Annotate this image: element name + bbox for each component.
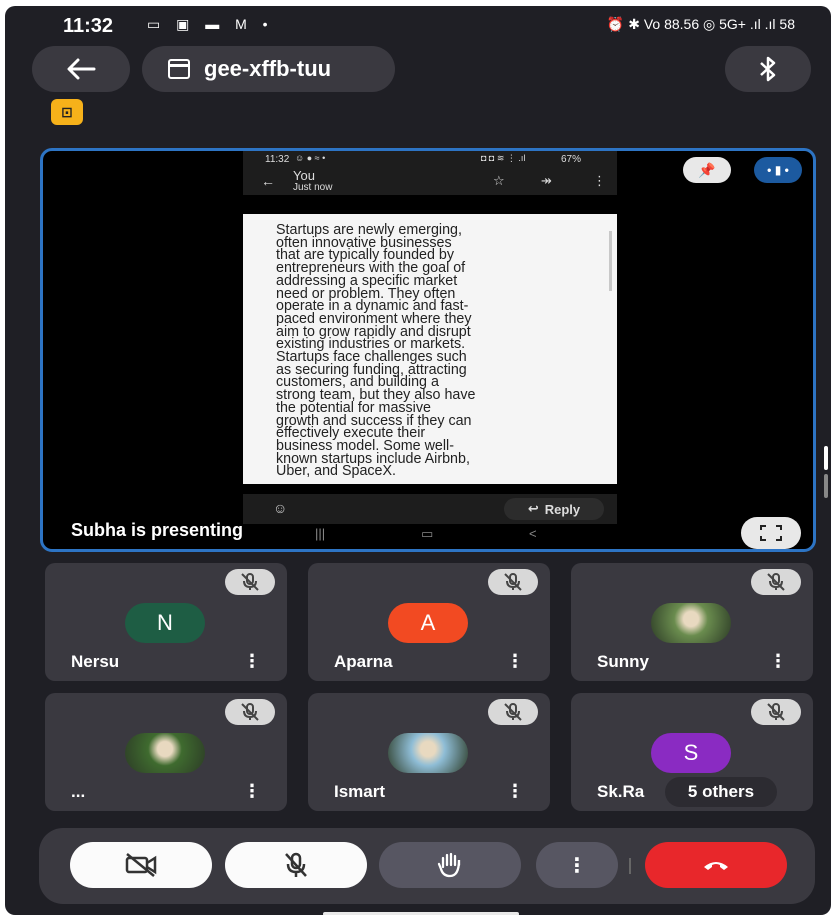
home-indicator[interactable] [323, 912, 519, 915]
chat-bottom-bar: ☺ ↩ Reply [243, 494, 617, 524]
participant-menu-icon[interactable]: ⋮ [769, 651, 787, 672]
more-vertical-icon: ⋮ [567, 854, 587, 877]
end-call-button[interactable] [645, 842, 787, 888]
message-scrollbar [609, 231, 612, 291]
reply-button: ↩ Reply [504, 498, 604, 520]
camera-toggle-button[interactable] [70, 842, 212, 888]
bluetooth-icon [760, 56, 776, 82]
more-options-button[interactable]: ⋮ [536, 842, 618, 888]
participant-name: Aparna [334, 652, 393, 671]
pin-button[interactable]: 📌 [683, 157, 731, 183]
shared-status-icons: ☺ ● ≈ • [295, 153, 326, 163]
others-count-badge[interactable]: 5 others [665, 777, 777, 807]
chat-back-icon: ← [261, 173, 275, 189]
captions-icon: ⊡ [61, 103, 73, 120]
home-nav-icon: ▭ [421, 526, 434, 541]
chat-subtitle: Just now [293, 182, 333, 193]
status-time: 11:32 [63, 15, 114, 37]
participant-tile[interactable]: Sunny ⋮ [571, 563, 813, 681]
reply-label: Reply [544, 501, 581, 517]
mic-off-icon [751, 569, 801, 595]
bluetooth-button[interactable] [725, 46, 811, 92]
calendar-icon [168, 59, 190, 79]
meeting-code: gee-xffb-tuu [204, 56, 332, 81]
emoji-icon: ☺ [273, 500, 288, 516]
chat-menu-icon: ⋮ [593, 173, 606, 188]
participant-name: Sunny [597, 652, 649, 671]
back-nav-icon: < [529, 526, 537, 541]
participant-name: ... [71, 782, 86, 801]
participant-menu-icon[interactable]: ⋮ [243, 651, 261, 672]
pin-icon: 📌 [698, 161, 716, 178]
participant-name: Nersu [71, 652, 120, 671]
participant-tile[interactable]: ... ⋮ [45, 693, 287, 811]
shared-message-text: Startups are newly emerging, often innov… [243, 214, 617, 484]
participant-menu-icon[interactable]: ⋮ [506, 651, 524, 672]
controls-divider [629, 858, 631, 874]
mic-off-icon [225, 569, 275, 595]
participant-avatar [388, 733, 468, 773]
chat-header: ← You Just now ☆ ↠ ⋮ [243, 168, 617, 195]
back-button[interactable] [32, 46, 130, 92]
participant-menu-icon[interactable]: ⋮ [506, 781, 524, 802]
recents-nav-icon: ||| [315, 526, 326, 541]
participant-avatar: S [651, 733, 731, 773]
reply-icon: ↩ [527, 501, 539, 516]
presentation-area[interactable]: 11:32 ☺ ● ≈ • ◘ ◘ ≋ ⋮ .ıl 67% ← You Just… [40, 148, 816, 552]
mic-off-icon [488, 569, 538, 595]
participant-tile[interactable]: N Nersu ⋮ [45, 563, 287, 681]
more-horizontal-icon: • ▮ • [767, 163, 789, 177]
participant-avatar [651, 603, 731, 643]
fullscreen-icon [760, 525, 782, 541]
shared-screen: 11:32 ☺ ● ≈ • ◘ ◘ ≋ ⋮ .ıl 67% ← You Just… [243, 151, 623, 549]
presentation-options-button[interactable]: • ▮ • [754, 157, 802, 183]
camera-off-icon [125, 853, 157, 877]
captions-badge[interactable]: ⊡ [51, 99, 83, 125]
mic-off-icon [751, 699, 801, 725]
phone-screen: 11:32 ▭ ▣ ▬ M • ⏰ ✱ Vo 88.56 ◎ 5G+ .ıl .… [5, 6, 831, 915]
mic-off-icon [225, 699, 275, 725]
raise-hand-icon [437, 852, 461, 878]
page-scroll-indicator[interactable] [824, 446, 828, 498]
status-right-icons: ⏰ ✱ Vo 88.56 ◎ 5G+ .ıl .ıl 58 [606, 16, 795, 32]
participant-avatar: N [125, 603, 205, 643]
presenting-label: Subha is presenting [71, 520, 244, 540]
mic-off-icon [488, 699, 538, 725]
shared-status-time: 11:32 [265, 154, 290, 165]
shared-status-bar: 11:32 ☺ ● ≈ • ◘ ◘ ≋ ⋮ .ıl 67% [243, 151, 617, 169]
raise-hand-button[interactable] [379, 842, 521, 888]
star-icon: ☆ [493, 173, 505, 188]
chat-title: You [293, 168, 315, 183]
status-left-icons: ▭ ▣ ▬ M • [147, 16, 274, 32]
participant-menu-icon[interactable]: ⋮ [243, 781, 261, 802]
participant-avatar [125, 733, 205, 773]
participant-name: Sk.Ra [597, 782, 645, 801]
status-bar: 11:32 ▭ ▣ ▬ M • ⏰ ✱ Vo 88.56 ◎ 5G+ .ıl .… [5, 6, 831, 46]
mic-toggle-button[interactable] [225, 842, 367, 888]
end-call-icon [704, 862, 728, 870]
arrow-left-icon [67, 58, 96, 80]
fullscreen-button[interactable] [741, 517, 801, 549]
participant-tile[interactable]: A Aparna ⋮ [308, 563, 550, 681]
call-controls: ⋮ [39, 828, 815, 904]
meeting-info-button[interactable]: gee-xffb-tuu [142, 46, 395, 92]
shared-status-icons-right: ◘ ◘ ≋ ⋮ .ıl [481, 153, 526, 163]
shared-nav-bar: ||| ▭ < [243, 524, 617, 548]
participant-name: Ismart [334, 782, 386, 801]
participant-tile[interactable]: SSk.Ra⋮5 others [571, 693, 813, 811]
forward-icon: ↠ [541, 173, 552, 188]
mic-off-icon [285, 852, 307, 877]
shared-battery: 67% [561, 154, 582, 165]
participant-tile[interactable]: Ismart ⋮ [308, 693, 550, 811]
participant-avatar: A [388, 603, 468, 643]
